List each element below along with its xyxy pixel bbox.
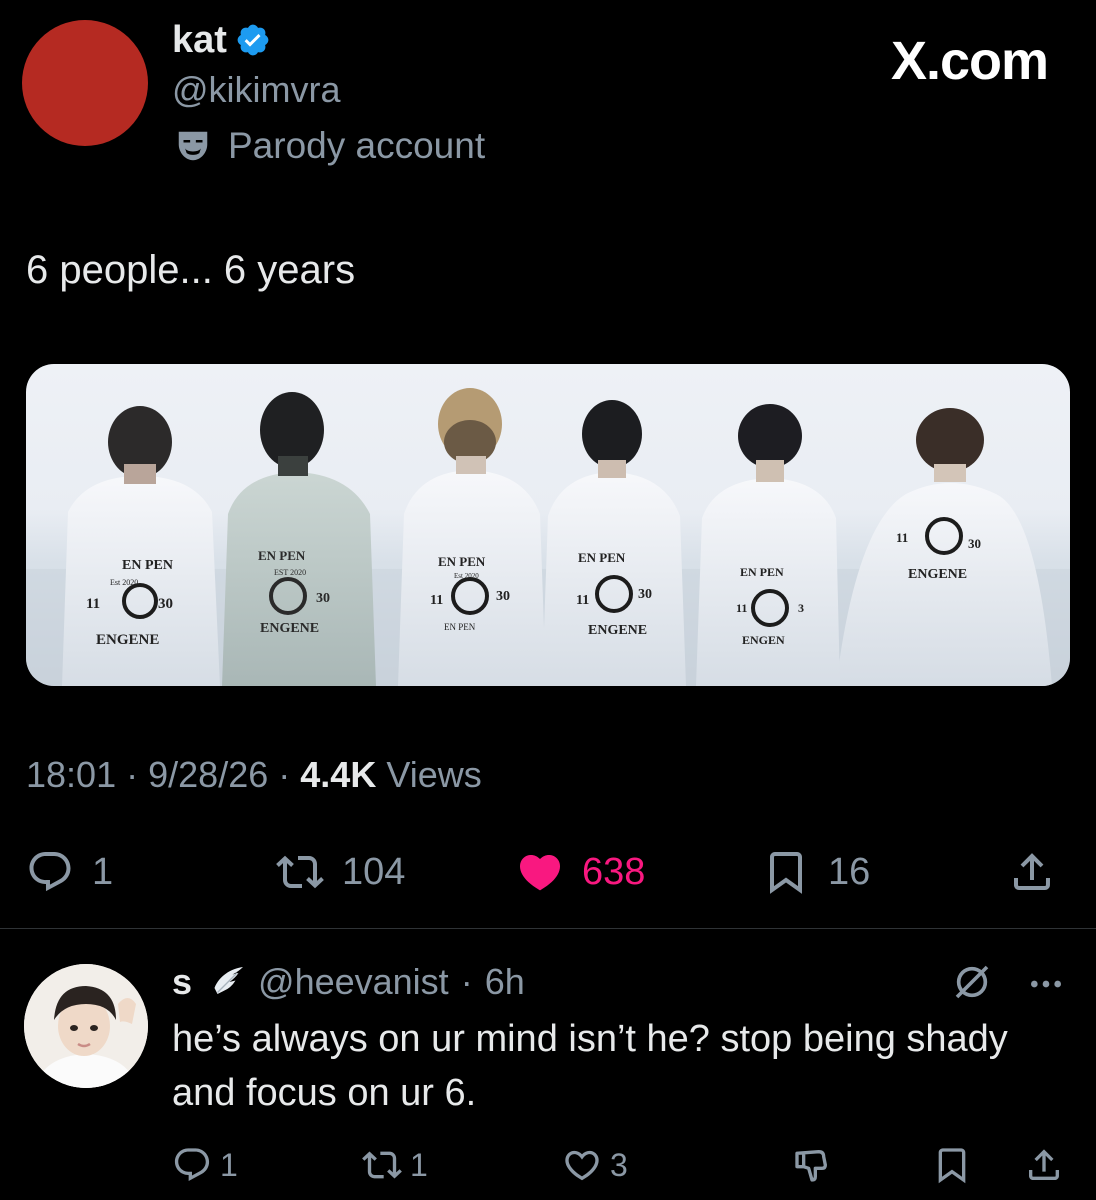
jacket-text: EN PEN bbox=[444, 622, 476, 632]
tweet-date[interactable]: 9/28/26 bbox=[148, 754, 268, 795]
person-2: EN PEN EST 2020 30 ENGENE bbox=[222, 392, 376, 686]
author-avatar[interactable] bbox=[22, 20, 148, 146]
tweet-text: 6 people... 6 years bbox=[26, 248, 356, 292]
reply-like-button[interactable]: 3 bbox=[562, 1140, 628, 1190]
jacket-text: ENGENE bbox=[260, 621, 319, 636]
wing-emoji-icon bbox=[214, 967, 244, 994]
meta-separator: · bbox=[126, 754, 139, 795]
bookmark-count: 16 bbox=[828, 850, 871, 893]
jacket-text: 30 bbox=[638, 587, 652, 602]
jacket-text: 30 bbox=[968, 536, 981, 551]
reply-like-count: 3 bbox=[610, 1146, 628, 1183]
reply-count: 1 bbox=[92, 850, 114, 893]
repost-icon bbox=[362, 1151, 402, 1179]
reply-icon bbox=[29, 852, 71, 892]
tweet-meta: 18:01 · 9/28/26 · 4.4K Views bbox=[26, 752, 482, 798]
repost-count: 104 bbox=[342, 850, 406, 893]
author-handle[interactable]: @kikimvra bbox=[172, 68, 341, 112]
like-count: 638 bbox=[582, 850, 646, 893]
tweet-time[interactable]: 18:01 bbox=[26, 754, 116, 795]
repost-icon bbox=[276, 855, 324, 889]
jacket-text: Est 2020 bbox=[110, 578, 138, 587]
reply-separator: · bbox=[460, 961, 473, 1002]
jacket-text: 30 bbox=[316, 591, 330, 606]
jacket-text: 30 bbox=[158, 596, 173, 612]
jacket-text: 30 bbox=[496, 589, 510, 604]
person-1: EN PEN Est 2020 11 30 ENGENE bbox=[62, 406, 220, 686]
reply-bookmark-button[interactable] bbox=[932, 1140, 972, 1190]
jacket-text: ENGENE bbox=[908, 567, 967, 582]
like-button[interactable]: 638 bbox=[516, 840, 645, 904]
reply-button[interactable]: 1 bbox=[26, 840, 113, 904]
jacket-text: 11 bbox=[576, 593, 589, 608]
reply-text: he’s always on ur mind isn’t he? stop be… bbox=[172, 1018, 1008, 1114]
group-photo: EN PEN Est 2020 11 30 ENGENE EN PEN EST … bbox=[26, 388, 1070, 686]
share-button[interactable] bbox=[1008, 840, 1056, 904]
reply-action-bar: 1 1 3 bbox=[0, 1140, 1096, 1190]
jacket-text: ENGENE bbox=[96, 632, 159, 648]
parody-mask-icon bbox=[178, 131, 208, 161]
reply-repost-button[interactable]: 1 bbox=[362, 1140, 428, 1190]
share-icon bbox=[1029, 1149, 1059, 1180]
jacket-text: EN PEN bbox=[438, 554, 486, 569]
reply-reply-count: 1 bbox=[220, 1146, 238, 1183]
bookmark-button[interactable]: 16 bbox=[762, 840, 870, 904]
grok-icon[interactable] bbox=[952, 962, 992, 1002]
jacket-text: EN PEN bbox=[122, 558, 173, 573]
jacket-text: Est 2020 bbox=[454, 572, 479, 580]
reply-icon bbox=[174, 1148, 210, 1181]
views-label: Views bbox=[386, 754, 482, 795]
person-4: EN PEN 11 30 ENGENE bbox=[542, 400, 686, 686]
jacket-text: 11 bbox=[86, 596, 100, 612]
reply-author-name[interactable]: s bbox=[172, 958, 192, 1006]
views-count[interactable]: 4.4K bbox=[300, 754, 376, 795]
bookmark-icon bbox=[770, 852, 802, 894]
jacket-text: 11 bbox=[736, 601, 747, 615]
bookmark-icon bbox=[938, 1148, 966, 1184]
reply-share-button[interactable] bbox=[1024, 1140, 1064, 1190]
brand-logo: X.com bbox=[890, 31, 1049, 91]
divider bbox=[0, 928, 1096, 929]
reply-reply-button[interactable]: 1 bbox=[172, 1140, 238, 1190]
parody-label: Parody account bbox=[174, 124, 485, 168]
jacket-text: ENGENE bbox=[588, 623, 647, 638]
person-3: EN PEN Est 2020 11 30 EN PEN bbox=[398, 388, 546, 686]
tweet-action-bar: 1 104 638 16 bbox=[0, 840, 1096, 904]
jacket-text: 11 bbox=[430, 593, 443, 608]
jacket-text: EN PEN bbox=[258, 548, 306, 563]
jacket-text: 11 bbox=[896, 530, 908, 545]
meta-separator: · bbox=[278, 754, 291, 795]
person-6: 11 30 ENGENE bbox=[836, 408, 1052, 686]
jacket-text: 3 bbox=[798, 601, 804, 615]
verified-badge-icon bbox=[237, 24, 269, 56]
reply-author-avatar[interactable] bbox=[24, 964, 148, 1088]
jacket-text: EN PEN bbox=[578, 550, 626, 565]
reply-header: s @heevanist · 6h bbox=[172, 958, 525, 1006]
downvote-button[interactable] bbox=[792, 1140, 832, 1190]
person-5: EN PEN 11 3 ENGEN bbox=[696, 404, 840, 686]
more-icon[interactable] bbox=[1026, 964, 1066, 1004]
jacket-text: EN PEN bbox=[740, 565, 784, 579]
author-name-row[interactable]: kat bbox=[172, 18, 271, 62]
reply-author-handle[interactable]: @heevanist bbox=[258, 958, 449, 1006]
author-name[interactable]: kat bbox=[172, 18, 227, 62]
downvote-icon bbox=[795, 1150, 827, 1182]
reply-repost-count: 1 bbox=[410, 1146, 428, 1183]
repost-button[interactable]: 104 bbox=[276, 840, 405, 904]
reply-time[interactable]: 6h bbox=[485, 958, 525, 1006]
share-icon bbox=[1014, 853, 1050, 890]
jacket-text: ENGEN bbox=[742, 633, 785, 647]
like-icon bbox=[565, 1150, 599, 1181]
parody-label-text: Parody account bbox=[228, 125, 486, 166]
reply-avatar-photo bbox=[24, 964, 148, 1088]
jacket-text: EST 2020 bbox=[274, 568, 306, 577]
tweet-media-image[interactable]: EN PEN Est 2020 11 30 ENGENE EN PEN EST … bbox=[26, 364, 1070, 686]
like-icon bbox=[519, 855, 561, 891]
